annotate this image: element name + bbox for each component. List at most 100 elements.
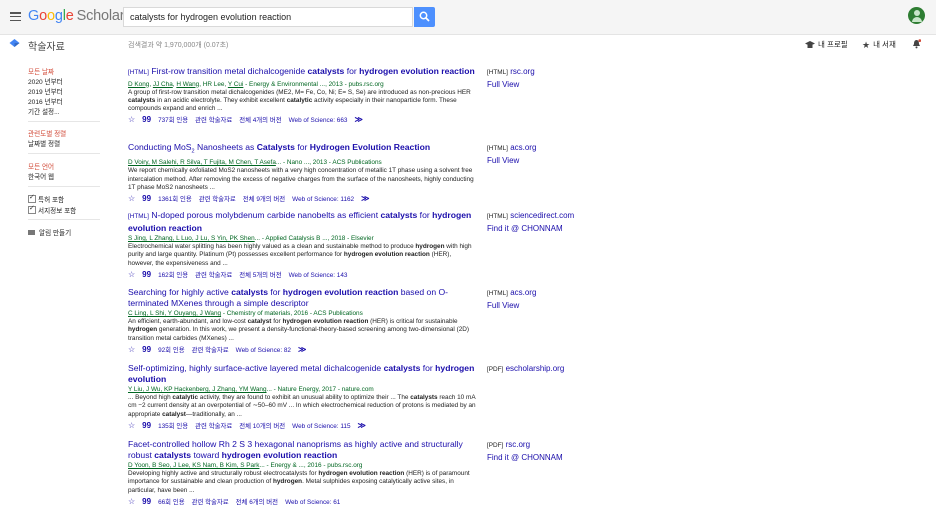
filter-any-language[interactable]: 모든 언어	[28, 161, 54, 171]
filter-since-2019[interactable]: 2019 년부터	[28, 86, 63, 96]
cite-quote-icon[interactable]: 99	[142, 345, 151, 354]
cited-by-link[interactable]: 1361회 인용	[158, 196, 192, 203]
related-articles-link[interactable]: 관련 학술자료	[195, 117, 232, 124]
filter-any-time[interactable]: 모든 날짜	[28, 66, 54, 76]
include-citations-checkbox[interactable]: 서지정보 포함	[28, 204, 76, 215]
author-link[interactable]: D Voiry, M Salehi, R Silva, T Fujita, M …	[128, 159, 276, 166]
author-link[interactable]: S Jing, L Zhang, L Luo, J Lu, S Yin, PK …	[128, 235, 255, 242]
result-title-link[interactable]: [HTML] First-row transition metal dichal…	[128, 66, 478, 79]
account-avatar[interactable]	[908, 7, 925, 24]
menu-icon[interactable]	[10, 12, 21, 22]
full-view-link[interactable]: Full View	[487, 79, 535, 91]
sort-by-date[interactable]: 날짜별 정렬	[28, 138, 60, 148]
all-versions-link[interactable]: 전체 5개의 버전	[239, 272, 281, 279]
author-link[interactable]: D Yoon, B Seo, J Lee, KS Nam, B Kim, S P…	[128, 462, 259, 469]
result-title-link[interactable]: Searching for highly active catalysts fo…	[128, 287, 478, 308]
sidebar-divider	[28, 219, 100, 220]
full-text-link[interactable]: [HTML] rsc.org Full View	[487, 66, 535, 91]
author-link[interactable]: Y Cui	[228, 81, 244, 88]
all-versions-link[interactable]: 전체 4개의 버전	[239, 117, 281, 124]
author-link[interactable]: Y Liu, J Wu, KP Hackenberg, J Zhang, YM …	[128, 386, 267, 393]
cited-by-link[interactable]: 92회 인용	[158, 347, 185, 354]
result-authors: Y Liu, J Wu, KP Hackenberg, J Zhang, YM …	[128, 386, 374, 393]
web-of-science-link[interactable]: Web of Science: 82	[236, 347, 291, 354]
filter-since-2020[interactable]: 2020 년부터	[28, 76, 63, 86]
related-articles-link[interactable]: 관련 학술자료	[195, 272, 232, 279]
all-versions-link[interactable]: 전체 9개의 버전	[243, 196, 285, 203]
result-authors: D Voiry, M Salehi, R Silva, T Fujita, M …	[128, 159, 382, 167]
cite-quote-icon[interactable]: 99	[142, 115, 151, 124]
search-result: Self-optimizing, highly surface-active l…	[128, 363, 478, 430]
save-star-icon[interactable]: ☆	[128, 270, 135, 279]
web-of-science-link[interactable]: Web of Science: 115	[292, 423, 350, 430]
cite-quote-icon[interactable]: 99	[142, 194, 151, 203]
save-star-icon[interactable]: ☆	[128, 421, 135, 430]
cited-by-link[interactable]: 737회 인용	[158, 117, 188, 124]
web-of-science-link[interactable]: Web of Science: 663	[289, 117, 348, 124]
sidebar-divider	[28, 186, 100, 187]
filter-custom-range[interactable]: 기간 설정...	[28, 106, 60, 116]
full-view-link[interactable]: Full View	[487, 155, 536, 167]
result-count: 검색결과 약 1,970,000개 (0.07초)	[128, 42, 229, 49]
search-result: [HTML] First-row transition metal dichal…	[128, 66, 478, 124]
sub-bar: 학술자료 검색결과 약 1,970,000개 (0.07초) 내 프로필 ★ 내 …	[0, 35, 936, 53]
result-title-link[interactable]: Facet-controlled hollow Rh 2 S 3 hexagon…	[128, 439, 478, 460]
top-bar: Google Scholar catalysts for hydrogen evo…	[0, 0, 936, 35]
google-scholar-logo[interactable]: Google Scholar	[28, 8, 125, 24]
filter-since-2016[interactable]: 2016 년부터	[28, 96, 63, 106]
author-link[interactable]: H Wang	[176, 81, 199, 88]
more-icon[interactable]: ≫	[358, 421, 366, 430]
result-title-link[interactable]: Conducting MoS2 Nanosheets as Catalysts …	[128, 142, 478, 157]
author-link[interactable]: JJ Cha	[153, 81, 173, 88]
full-text-link[interactable]: [PDF] escholarship.org	[487, 363, 564, 376]
save-star-icon[interactable]: ☆	[128, 194, 135, 203]
sidebar-divider	[28, 153, 100, 154]
find-it-link[interactable]: Find it @ CHONNAM	[487, 223, 574, 235]
result-snippet: We report chemically exfoliated MoS2 nan…	[128, 167, 474, 191]
find-it-link[interactable]: Find it @ CHONNAM	[487, 452, 563, 464]
result-snippet: A group of first-row transition metal di…	[128, 88, 471, 113]
result-title-link[interactable]: [HTML] N-doped porous molybdenum carbide…	[128, 210, 478, 233]
cited-by-link[interactable]: 162회 인용	[158, 272, 188, 279]
full-text-link[interactable]: [HTML] acs.org Full View	[487, 142, 536, 167]
filter-korean-only[interactable]: 한국어 웹	[28, 171, 54, 181]
result-title-link[interactable]: Self-optimizing, highly surface-active l…	[128, 363, 478, 384]
full-text-link[interactable]: [PDF] rsc.org Find it @ CHONNAM	[487, 439, 563, 464]
save-star-icon[interactable]: ☆	[128, 115, 135, 124]
graduation-cap-icon	[805, 41, 815, 49]
result-authors: S Jing, L Zhang, L Luo, J Lu, S Yin, PK …	[128, 235, 374, 242]
notifications-button[interactable]	[912, 39, 922, 51]
related-articles-link[interactable]: 관련 학술자료	[199, 196, 236, 203]
more-icon[interactable]: ≫	[298, 345, 306, 354]
result-authors: D Yoon, B Seo, J Lee, KS Nam, B Kim, S P…	[128, 462, 363, 469]
include-patents-checkbox[interactable]: 특허 포함	[28, 193, 64, 204]
search-input[interactable]: catalysts for hydrogen evolution reactio…	[123, 7, 413, 27]
search-icon	[419, 11, 430, 22]
result-actions: ☆ 99 135회 인용 관련 학술자료 전체 10개의 버전 Web of Scienc…	[128, 421, 478, 430]
search-button[interactable]	[414, 7, 435, 27]
section-title: 학술자료	[28, 42, 65, 53]
star-icon: ★	[862, 39, 871, 50]
result-snippet: An efficient, earth-abundant, and low-co…	[128, 318, 470, 342]
cite-quote-icon[interactable]: 99	[142, 270, 151, 279]
full-view-link[interactable]: Full View	[487, 300, 536, 312]
my-library-link[interactable]: ★ 내 서재	[862, 39, 896, 51]
more-icon[interactable]: ≫	[354, 115, 362, 124]
web-of-science-link[interactable]: Web of Science: 143	[289, 272, 348, 279]
more-icon[interactable]: ≫	[361, 194, 369, 203]
full-text-link[interactable]: [HTML] acs.org Full View	[487, 287, 536, 312]
author-link[interactable]: D Kong	[128, 81, 149, 88]
create-alert-link[interactable]: 알림 만들기	[28, 227, 71, 237]
search-result: [HTML] N-doped porous molybdenum carbide…	[128, 210, 478, 279]
sort-by-relevance[interactable]: 관련도별 정렬	[28, 128, 66, 138]
save-star-icon[interactable]: ☆	[128, 345, 135, 354]
web-of-science-link[interactable]: Web of Science: 1162	[292, 196, 354, 203]
related-articles-link[interactable]: 관련 학술자료	[195, 423, 232, 430]
my-profile-link[interactable]: 내 프로필	[805, 39, 848, 50]
cited-by-link[interactable]: 135회 인용	[158, 423, 188, 430]
cite-quote-icon[interactable]: 99	[142, 421, 151, 430]
related-articles-link[interactable]: 관련 학술자료	[192, 347, 229, 354]
all-versions-link[interactable]: 전체 10개의 버전	[239, 423, 285, 430]
author-link[interactable]: C Ling, L Shi, Y Ouyang, J Wang	[128, 310, 221, 317]
full-text-link[interactable]: [HTML] sciencedirect.com Find it @ CHONNA…	[487, 210, 574, 235]
